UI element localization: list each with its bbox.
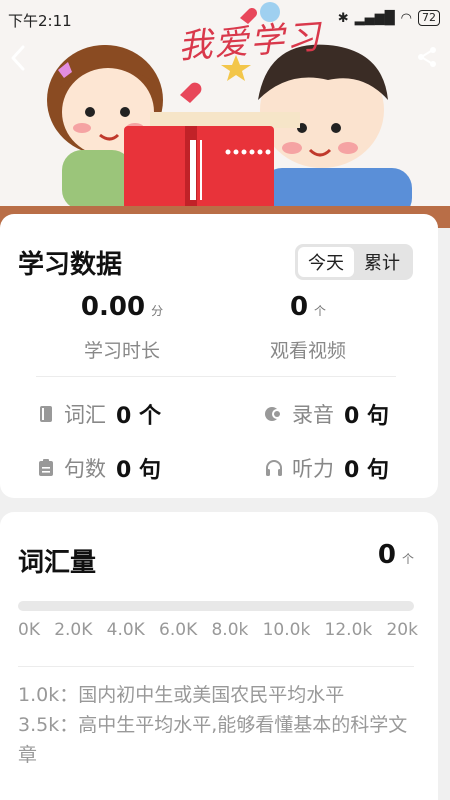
wifi-icon: ◠: [400, 10, 412, 26]
vocabulary-card: 词汇量 0个 0K 2.0K 4.0K 6.0K 8.0k 10.0k 12.0…: [0, 512, 438, 800]
stat-listening: 听力 0 句: [264, 452, 389, 484]
scale-tick: 20k: [386, 620, 418, 640]
stat-sentences-label: 句数: [64, 457, 106, 481]
share-button[interactable]: [412, 42, 442, 72]
share-icon: [418, 47, 436, 67]
status-time: 下午2:11: [8, 12, 72, 30]
stat-recording: 录音 0 句: [264, 398, 389, 430]
scale-tick: 4.0K: [106, 620, 145, 640]
vocabulary-scale: 0K 2.0K 4.0K 6.0K 8.0k 10.0k 12.0k 20k: [18, 620, 418, 640]
stat-sentences-value: 0 句: [116, 458, 161, 483]
stat-recording-value: 0 句: [344, 404, 389, 429]
signal-icon: ▂▄▆█: [354, 10, 395, 26]
videos-value: 0: [289, 292, 309, 322]
scale-tick: 12.0k: [324, 620, 373, 640]
vocabulary-count-unit: 个: [401, 552, 414, 566]
videos-unit: 个: [314, 304, 327, 318]
battery-icon: 72: [418, 10, 440, 26]
stat-vocab: 词汇 0 个: [36, 398, 161, 430]
stat-recording-label: 录音: [292, 403, 334, 427]
period-toggle: 今天 累计: [295, 244, 413, 280]
record-icon: [264, 404, 284, 424]
scale-tick: 6.0K: [159, 620, 198, 640]
chevron-left-icon: [11, 45, 25, 71]
bluetooth-icon: ✱: [337, 10, 349, 26]
headphones-icon: [264, 458, 284, 478]
stats-title: 学习数据: [18, 250, 123, 280]
stat-sentences: 句数 0 句: [36, 452, 161, 484]
status-bar: 下午2:11 ✱ ▂▄▆█ ◠ 72: [0, 0, 450, 36]
vocabulary-note: 1.0k：国内初中生或美国农民平均水平: [18, 684, 345, 706]
videos-metric: 0个 观看视频: [248, 292, 368, 363]
study-stats-card: 学习数据 今天 累计 0.00 分 学习时长 0个 观看视频 词汇 0 个 录音 …: [0, 214, 438, 498]
header-illustration: 我爱学习 下午2:11 ✱ ▂▄▆█ ◠ 72: [0, 0, 450, 228]
vocabulary-note: 3.5k：高中生平均水平,能够看懂基本的科学文章: [18, 714, 408, 766]
vocabulary-title: 词汇量: [18, 548, 97, 578]
tab-today[interactable]: 今天: [298, 247, 354, 277]
back-button[interactable]: [4, 40, 32, 76]
status-icons: ✱ ▂▄▆█ ◠ 72: [338, 10, 440, 26]
study-time-metric: 0.00 分 学习时长: [62, 292, 182, 363]
stat-listening-value: 0 句: [344, 458, 389, 483]
vocabulary-progress-bar: [18, 601, 414, 611]
videos-label: 观看视频: [269, 340, 346, 362]
tab-total[interactable]: 累计: [354, 247, 410, 277]
vocabulary-notes: 1.0k：国内初中生或美国农民平均水平 3.5k：高中生平均水平,能够看懂基本的…: [18, 680, 418, 770]
scale-tick: 10.0k: [262, 620, 311, 640]
clipboard-icon: [36, 458, 56, 478]
study-time-label: 学习时长: [83, 340, 160, 362]
stats-divider: [36, 376, 396, 377]
scale-tick: 2.0K: [54, 620, 93, 640]
study-time-value: 0.00: [80, 292, 146, 322]
scale-tick: 0K: [18, 620, 40, 640]
vocabulary-count-value: 0: [377, 540, 396, 570]
vocabulary-count: 0个: [378, 540, 414, 570]
stat-vocab-label: 词汇: [64, 403, 106, 427]
stat-vocab-value: 0 个: [116, 404, 161, 429]
scale-tick: 8.0k: [211, 620, 249, 640]
book-icon: [36, 404, 56, 424]
study-time-unit: 分: [151, 304, 164, 318]
vocabulary-divider: [18, 666, 414, 667]
stat-listening-label: 听力: [292, 457, 334, 481]
